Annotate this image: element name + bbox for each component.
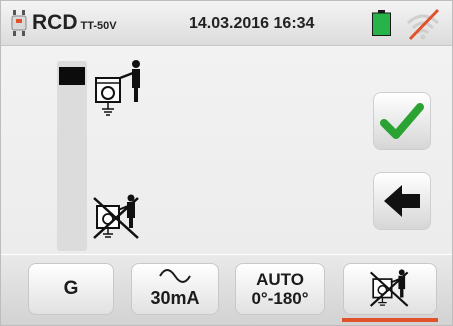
tab-test-type[interactable]: G [28, 263, 114, 315]
parameter-bar: G 30mA AUTO 0°-180° [1, 255, 452, 325]
selected-tab-indicator [342, 318, 438, 322]
confirm-button[interactable] [373, 92, 431, 150]
checkmark-icon [380, 103, 424, 139]
tab-phase-line2: 0°-180° [251, 289, 309, 308]
contact-person-icon [95, 60, 140, 116]
tab-test-type-label: G [63, 278, 79, 299]
contact-voltage-bar [57, 61, 87, 251]
back-button[interactable] [373, 172, 431, 230]
rcd-test-screen: RCD TT-50V 14.03.2016 16:34 G 30mA AUTO … [0, 0, 453, 326]
no-contact-icon [93, 194, 139, 239]
tab-phase[interactable]: AUTO 0°-180° [235, 263, 325, 315]
measurement-area [1, 46, 452, 254]
sine-wave-icon [159, 269, 191, 283]
date-time: 14.03.2016 16:34 [189, 15, 315, 32]
no-contact-icon [369, 269, 409, 307]
test-mode-label: RCD TT-50V [32, 11, 117, 35]
rcd-device-icon [11, 10, 27, 36]
header-bar: RCD TT-50V 14.03.2016 16:34 [1, 1, 452, 46]
tab-rated-current[interactable]: 30mA [131, 263, 219, 315]
back-arrow-icon [384, 185, 420, 217]
battery-icon [372, 10, 391, 36]
test-mode-name: RCD [32, 11, 78, 34]
contact-voltage-level [59, 67, 85, 85]
test-mode-subtype: TT-50V [80, 20, 117, 32]
tab-phase-line1: AUTO [256, 270, 304, 289]
tab-rated-current-label: 30mA [150, 288, 200, 308]
wifi-disabled-icon [406, 8, 440, 41]
tab-contact-voltage[interactable] [343, 263, 437, 315]
